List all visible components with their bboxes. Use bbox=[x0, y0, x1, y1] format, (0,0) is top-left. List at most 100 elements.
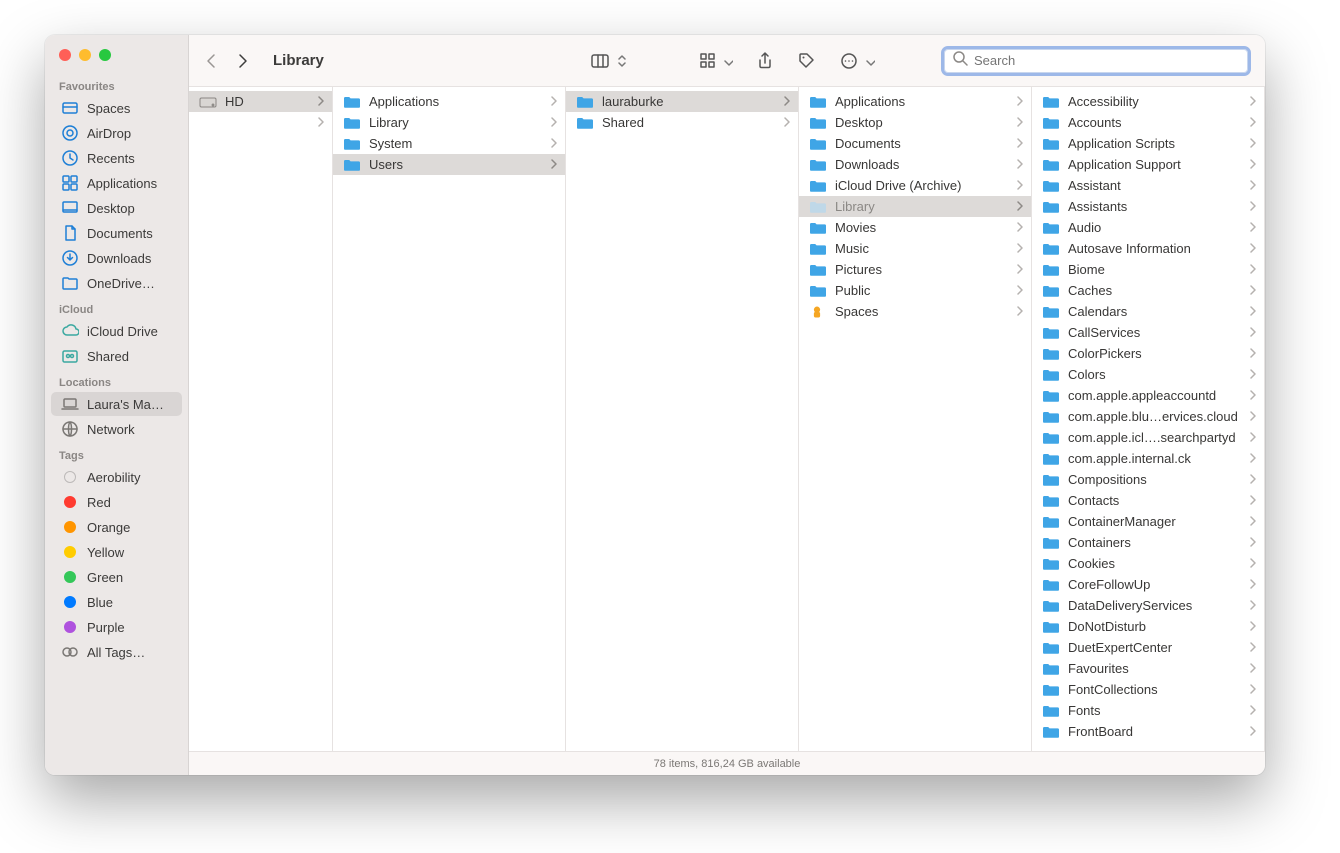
list-item[interactable]: Assistants bbox=[1032, 196, 1264, 217]
sidebar-item-label: Purple bbox=[87, 620, 125, 635]
search-field[interactable] bbox=[941, 46, 1251, 76]
sidebar-item-network[interactable]: Network bbox=[51, 417, 182, 441]
sidebar-item-green[interactable]: Green bbox=[51, 565, 182, 589]
list-item[interactable]: Movies bbox=[799, 217, 1031, 238]
more-button[interactable] bbox=[833, 47, 881, 75]
column-4[interactable]: AccessibilityAccountsApplication Scripts… bbox=[1032, 87, 1265, 751]
tagc-icon bbox=[61, 618, 79, 636]
list-item[interactable]: com.apple.appleaccountd bbox=[1032, 385, 1264, 406]
list-item[interactable]: Library bbox=[799, 196, 1031, 217]
list-item[interactable]: Contacts bbox=[1032, 490, 1264, 511]
sidebar-item-onedrive-[interactable]: OneDrive… bbox=[51, 271, 182, 295]
sidebar-item-applications[interactable]: Applications bbox=[51, 171, 182, 195]
minimize-window-button[interactable] bbox=[79, 49, 91, 61]
sidebar-item-red[interactable]: Red bbox=[51, 490, 182, 514]
list-item[interactable]: Desktop bbox=[799, 112, 1031, 133]
list-item[interactable]: Applications bbox=[799, 91, 1031, 112]
list-item[interactable]: com.apple.internal.ck bbox=[1032, 448, 1264, 469]
list-item[interactable]: FontCollections bbox=[1032, 679, 1264, 700]
column-3[interactable]: ApplicationsDesktopDocumentsDownloadsiCl… bbox=[799, 87, 1032, 751]
sidebar-item-blue[interactable]: Blue bbox=[51, 590, 182, 614]
folder-icon bbox=[1042, 599, 1060, 613]
list-item[interactable]: Library bbox=[333, 112, 565, 133]
list-item[interactable]: CallServices bbox=[1032, 322, 1264, 343]
list-item[interactable]: Caches bbox=[1032, 280, 1264, 301]
list-item[interactable]: Applications bbox=[333, 91, 565, 112]
list-item[interactable]: Accessibility bbox=[1032, 91, 1264, 112]
sidebar-item-all-tags-[interactable]: All Tags… bbox=[51, 640, 182, 664]
list-item[interactable]: Pictures bbox=[799, 259, 1031, 280]
list-item[interactable]: Downloads bbox=[799, 154, 1031, 175]
list-item[interactable] bbox=[189, 112, 332, 133]
list-item[interactable]: DuetExpertCenter bbox=[1032, 637, 1264, 658]
sidebar-item-orange[interactable]: Orange bbox=[51, 515, 182, 539]
column-0[interactable]: HD bbox=[189, 87, 333, 751]
list-item[interactable]: com.apple.icl….searchpartyd bbox=[1032, 427, 1264, 448]
sidebar-item-recents[interactable]: Recents bbox=[51, 146, 182, 170]
list-item[interactable]: CoreFollowUp bbox=[1032, 574, 1264, 595]
list-item[interactable]: Documents bbox=[799, 133, 1031, 154]
list-item[interactable]: DoNotDisturb bbox=[1032, 616, 1264, 637]
sidebar-item-yellow[interactable]: Yellow bbox=[51, 540, 182, 564]
search-input[interactable] bbox=[974, 53, 1240, 68]
list-item[interactable]: Compositions bbox=[1032, 469, 1264, 490]
close-window-button[interactable] bbox=[59, 49, 71, 61]
group-button[interactable] bbox=[692, 47, 739, 74]
list-item[interactable]: ContainerManager bbox=[1032, 511, 1264, 532]
back-button[interactable] bbox=[203, 52, 219, 70]
sidebar-item-purple[interactable]: Purple bbox=[51, 615, 182, 639]
list-item[interactable]: Public bbox=[799, 280, 1031, 301]
chevron-right-icon bbox=[1017, 242, 1023, 256]
list-item[interactable]: Calendars bbox=[1032, 301, 1264, 322]
list-item[interactable]: Favourites bbox=[1032, 658, 1264, 679]
item-name: Calendars bbox=[1068, 304, 1242, 319]
list-item[interactable]: Autosave Information bbox=[1032, 238, 1264, 259]
sidebar-item-shared[interactable]: Shared bbox=[51, 344, 182, 368]
list-item[interactable]: Containers bbox=[1032, 532, 1264, 553]
tags-button[interactable] bbox=[791, 47, 823, 75]
list-item[interactable]: Accounts bbox=[1032, 112, 1264, 133]
item-name: DataDeliveryServices bbox=[1068, 598, 1242, 613]
list-item[interactable]: Cookies bbox=[1032, 553, 1264, 574]
list-item[interactable]: Users bbox=[333, 154, 565, 175]
folder-icon bbox=[1042, 284, 1060, 298]
sidebar-item-desktop[interactable]: Desktop bbox=[51, 196, 182, 220]
list-item[interactable]: Colors bbox=[1032, 364, 1264, 385]
column-2[interactable]: lauraburkeShared bbox=[566, 87, 799, 751]
item-name: ContainerManager bbox=[1068, 514, 1242, 529]
list-item[interactable]: Shared bbox=[566, 112, 798, 133]
chevron-right-icon bbox=[1250, 494, 1256, 508]
sidebar-item-aerobility[interactable]: Aerobility bbox=[51, 465, 182, 489]
column-1[interactable]: ApplicationsLibrarySystemUsers bbox=[333, 87, 566, 751]
list-item[interactable]: Application Scripts bbox=[1032, 133, 1264, 154]
sidebar-item-laura-s-ma-[interactable]: Laura's Ma… bbox=[51, 392, 182, 416]
sidebar-item-documents[interactable]: Documents bbox=[51, 221, 182, 245]
view-mode-button[interactable] bbox=[584, 48, 632, 74]
list-item[interactable]: lauraburke bbox=[566, 91, 798, 112]
list-item[interactable]: Spaces bbox=[799, 301, 1031, 322]
sidebar-item-downloads[interactable]: Downloads bbox=[51, 246, 182, 270]
list-item[interactable]: ColorPickers bbox=[1032, 343, 1264, 364]
list-item[interactable]: Assistant bbox=[1032, 175, 1264, 196]
share-button[interactable] bbox=[749, 47, 781, 75]
item-name: Biome bbox=[1068, 262, 1242, 277]
chevron-right-icon bbox=[1250, 704, 1256, 718]
list-item[interactable]: iCloud Drive (Archive) bbox=[799, 175, 1031, 196]
list-item[interactable]: Biome bbox=[1032, 259, 1264, 280]
list-item[interactable]: Music bbox=[799, 238, 1031, 259]
list-item[interactable]: com.apple.blu…ervices.cloud bbox=[1032, 406, 1264, 427]
chevron-right-icon bbox=[1250, 410, 1256, 424]
list-item[interactable]: Fonts bbox=[1032, 700, 1264, 721]
item-name: Favourites bbox=[1068, 661, 1242, 676]
zoom-window-button[interactable] bbox=[99, 49, 111, 61]
list-item[interactable]: DataDeliveryServices bbox=[1032, 595, 1264, 616]
forward-button[interactable] bbox=[235, 52, 251, 70]
list-item[interactable]: Application Support bbox=[1032, 154, 1264, 175]
list-item[interactable]: Audio bbox=[1032, 217, 1264, 238]
sidebar-item-spaces[interactable]: Spaces bbox=[51, 96, 182, 120]
sidebar-item-icloud-drive[interactable]: iCloud Drive bbox=[51, 319, 182, 343]
sidebar-item-airdrop[interactable]: AirDrop bbox=[51, 121, 182, 145]
list-item[interactable]: FrontBoard bbox=[1032, 721, 1264, 742]
list-item[interactable]: HD bbox=[189, 91, 332, 112]
list-item[interactable]: System bbox=[333, 133, 565, 154]
